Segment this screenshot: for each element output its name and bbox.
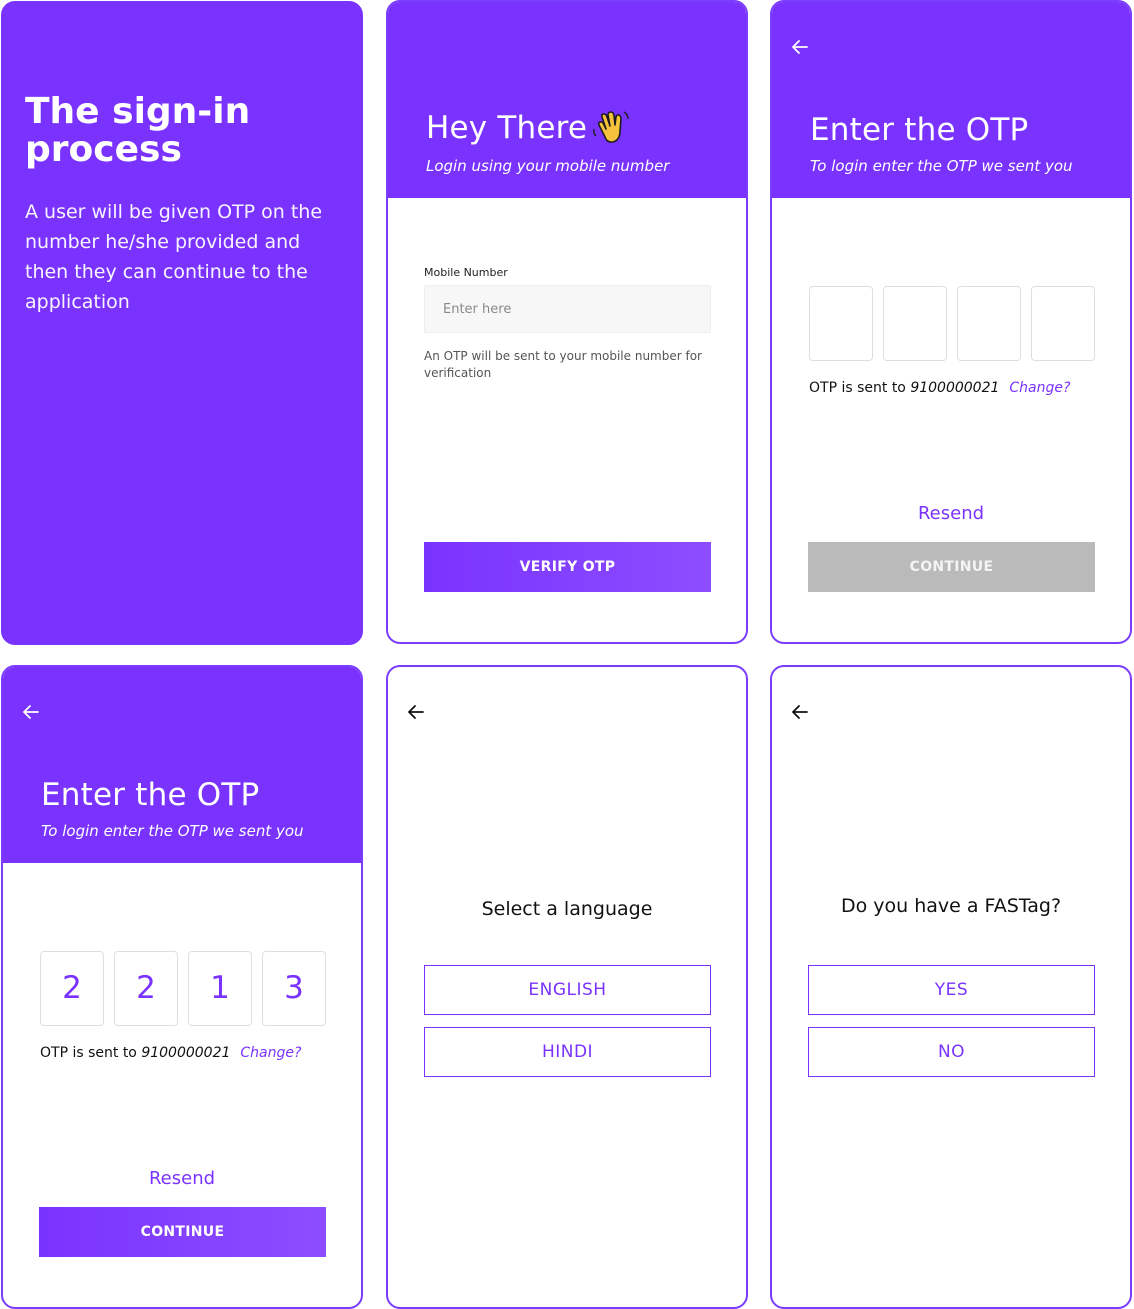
otp-sent-note: OTP is sent to 9100000021 Change?: [40, 1045, 301, 1061]
mobile-number-label: Mobile Number: [424, 266, 508, 279]
otp-title: Enter the OTP: [810, 112, 1029, 148]
otp-digit-input[interactable]: 1: [188, 951, 252, 1026]
phone-number: 9100000021: [910, 380, 1000, 396]
intro-card: The sign-in process A user will be given…: [1, 1, 363, 645]
otp-digit-input[interactable]: 2: [114, 951, 178, 1026]
otp-title: Enter the OTP: [41, 777, 260, 813]
login-header: Hey There Login using your mobile number: [388, 2, 746, 198]
otp-digit-input[interactable]: [957, 286, 1021, 361]
change-number-link[interactable]: Change?: [1009, 380, 1070, 396]
waving-hand-icon: [593, 110, 629, 143]
login-screen: Hey There Login using your mobile number…: [386, 0, 748, 644]
login-title: Hey There: [426, 110, 588, 146]
fastag-question: Do you have a FASTag?: [840, 895, 1062, 917]
otp-sent-note: OTP is sent to 9100000021 Change?: [809, 380, 1070, 396]
otp-digit-input[interactable]: 2: [40, 951, 104, 1026]
continue-button[interactable]: CONTINUE: [808, 542, 1095, 592]
resend-link[interactable]: Resend: [772, 503, 1130, 524]
hindi-option-button[interactable]: HINDI: [424, 1027, 711, 1077]
login-title-row: Hey There: [426, 110, 631, 147]
language-question: Select a language: [481, 898, 653, 920]
yes-option-button[interactable]: YES: [808, 965, 1095, 1015]
otp-sent-prefix: OTP is sent to: [40, 1045, 142, 1061]
otp-sent-prefix: OTP is sent to: [809, 380, 911, 396]
resend-link[interactable]: Resend: [3, 1168, 361, 1189]
otp-header: Enter the OTP To login enter the OTP we …: [772, 2, 1130, 198]
intro-title: The sign-in process: [25, 91, 251, 170]
arrow-left-icon[interactable]: [20, 701, 42, 723]
intro-description: A user will be given OTP on the number h…: [25, 201, 323, 313]
no-option-button[interactable]: NO: [808, 1027, 1095, 1077]
phone-number: 9100000021: [141, 1045, 231, 1061]
otp-digit-input[interactable]: [1031, 286, 1095, 361]
login-subtitle: Login using your mobile number: [426, 157, 670, 175]
change-number-link[interactable]: Change?: [240, 1045, 301, 1061]
arrow-left-icon[interactable]: [405, 701, 427, 723]
otp-digit-input[interactable]: [809, 286, 873, 361]
verify-otp-button[interactable]: VERIFY OTP: [424, 542, 711, 592]
otp-digit-input[interactable]: [883, 286, 947, 361]
otp-input-group: [809, 286, 1099, 361]
otp-header: Enter the OTP To login enter the OTP we …: [3, 667, 361, 863]
continue-button[interactable]: CONTINUE: [39, 1207, 326, 1257]
fastag-screen: Do you have a FASTag? YES NO: [770, 665, 1132, 1309]
otp-entry-screen-empty: Enter the OTP To login enter the OTP we …: [770, 0, 1132, 644]
arrow-left-icon[interactable]: [789, 36, 811, 58]
otp-entry-screen-filled: Enter the OTP To login enter the OTP we …: [1, 665, 363, 1309]
otp-digit-input[interactable]: 3: [262, 951, 326, 1026]
arrow-left-icon[interactable]: [789, 701, 811, 723]
otp-subtitle: To login enter the OTP we sent you: [810, 157, 1073, 175]
otp-subtitle: To login enter the OTP we sent you: [41, 822, 304, 840]
mobile-number-input[interactable]: [424, 285, 711, 333]
english-option-button[interactable]: ENGLISH: [424, 965, 711, 1015]
language-screen: Select a language ENGLISH HINDI: [386, 665, 748, 1309]
otp-input-group: 2 2 1 3: [40, 951, 330, 1026]
otp-helper-text: An OTP will be sent to your mobile numbe…: [424, 349, 702, 380]
